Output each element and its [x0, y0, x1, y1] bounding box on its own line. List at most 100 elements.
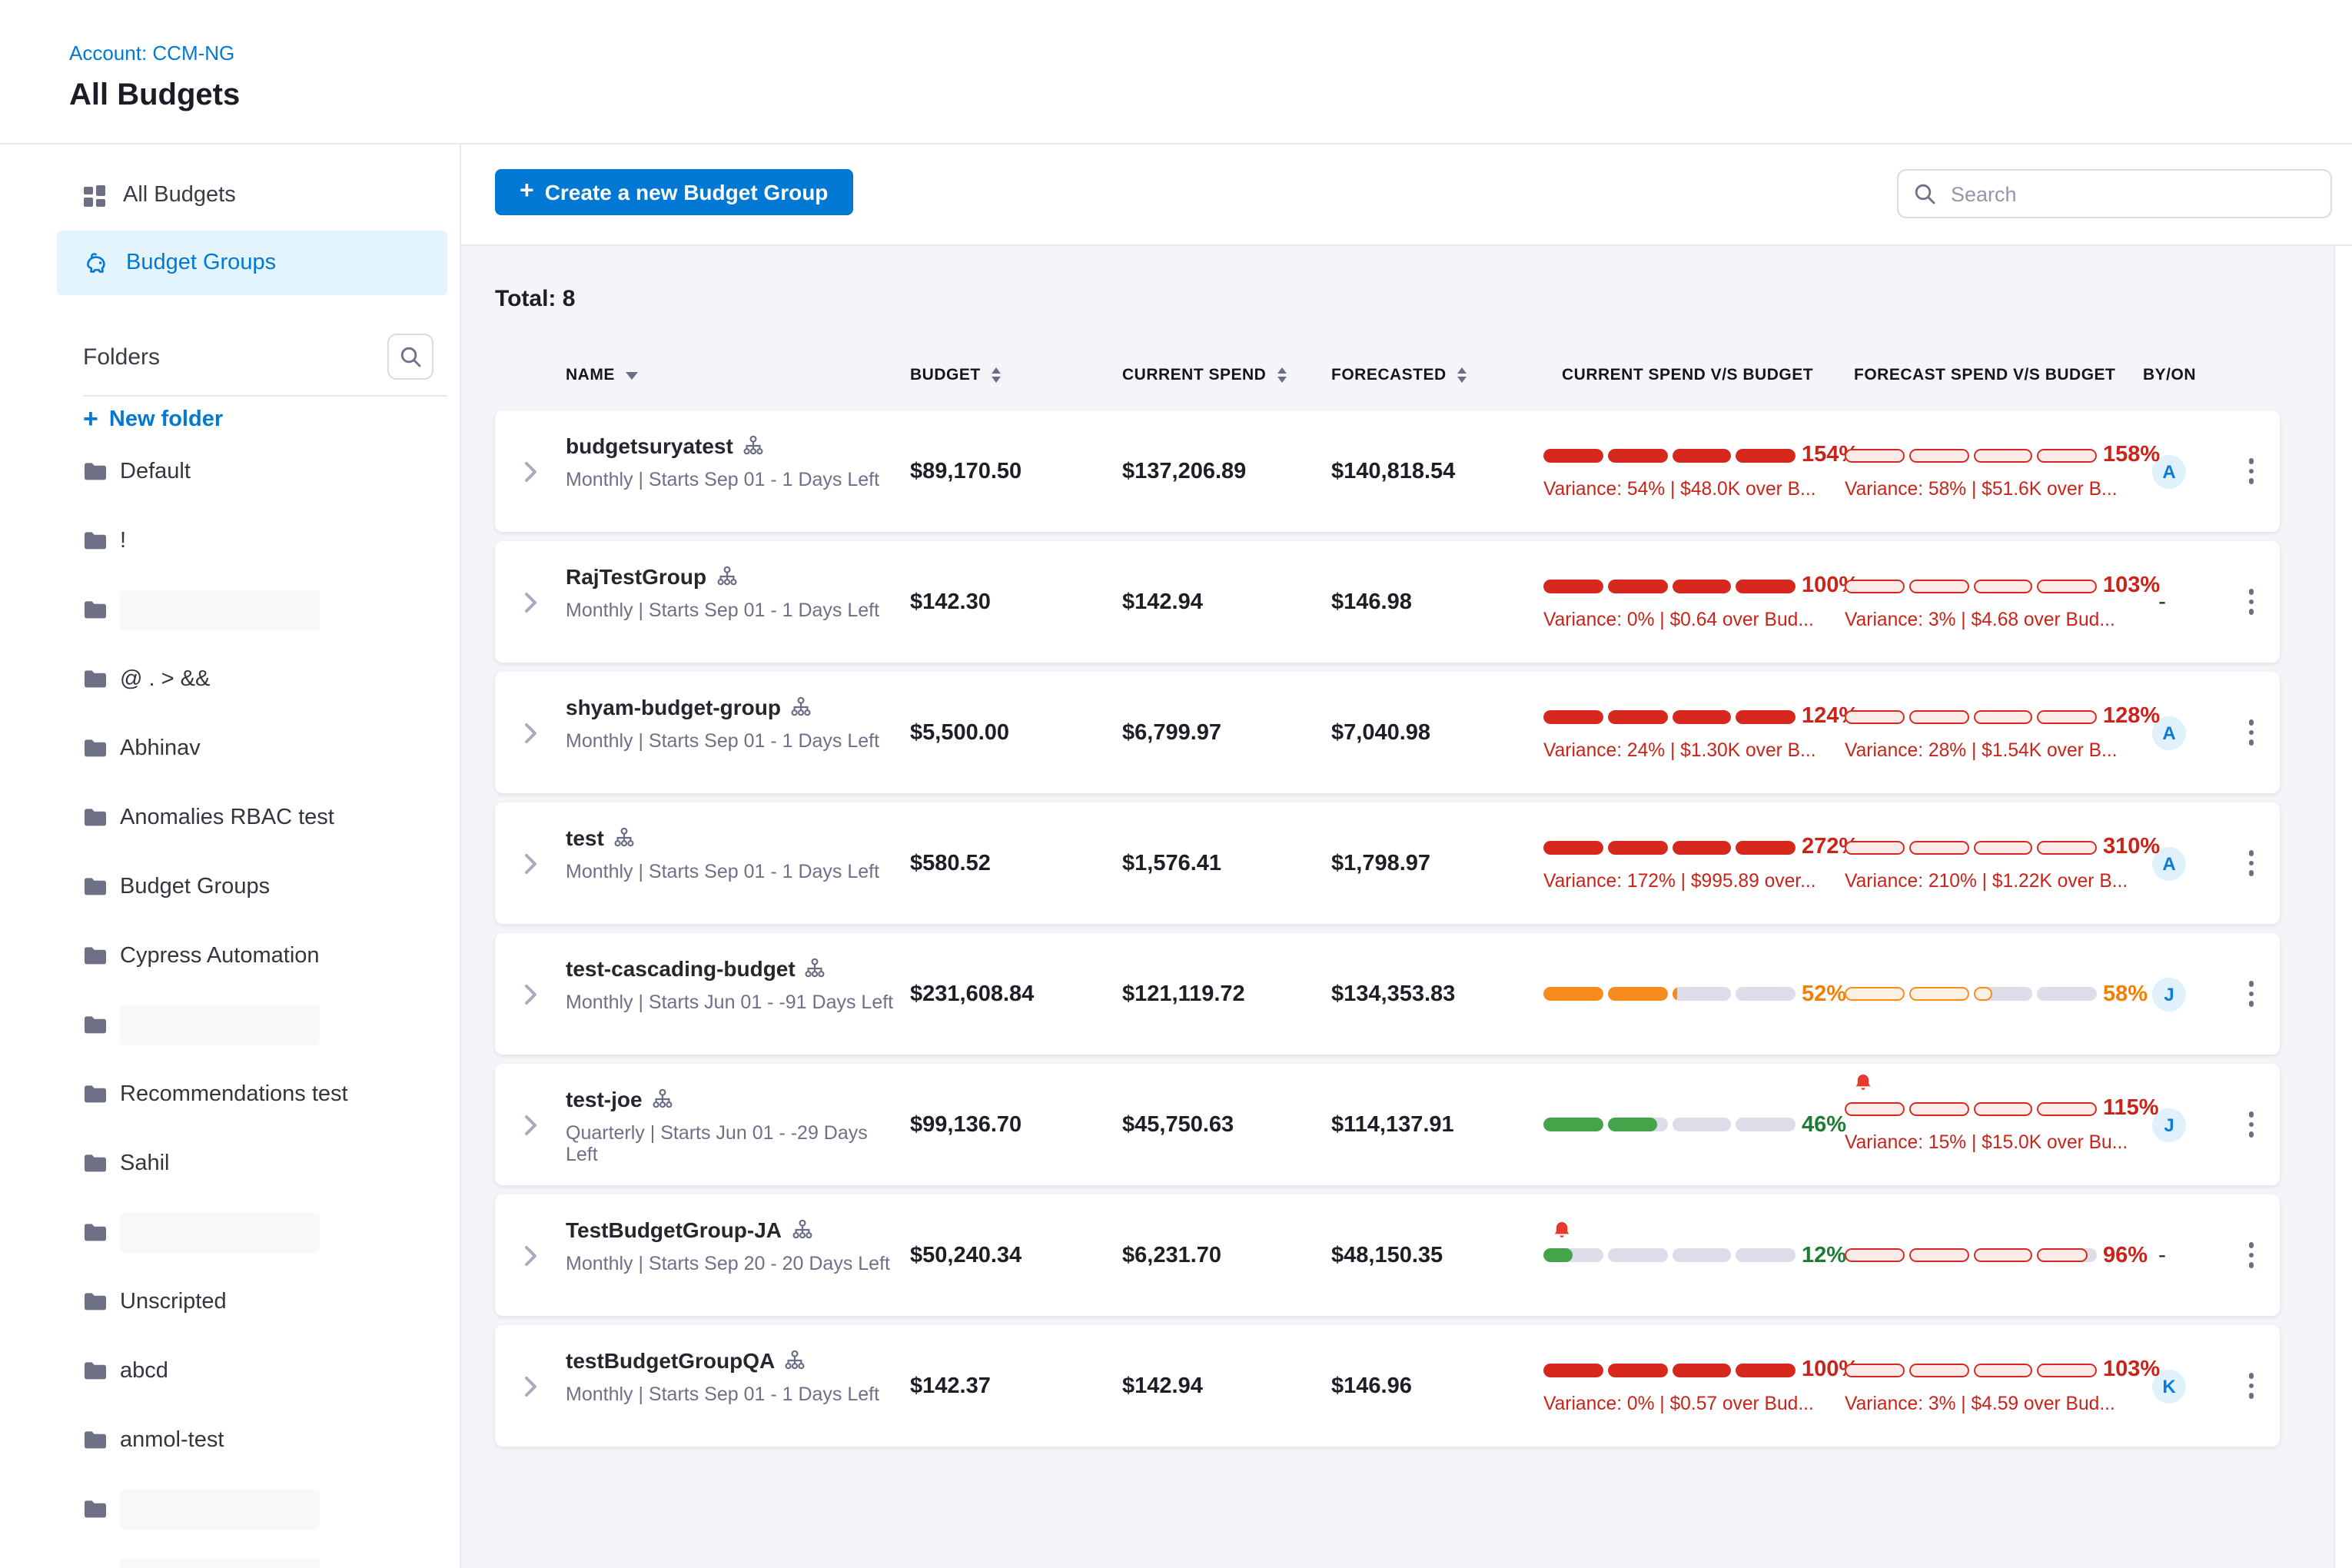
menu-cell: [2223, 933, 2280, 1055]
expand-cell: [495, 410, 566, 532]
current-vs-budget-cell: 100%Variance: 0% | $0.57 over Bud...: [1540, 1325, 1842, 1447]
budget-group-name[interactable]: TestBudgetGroup-JA: [566, 1218, 782, 1242]
expand-chevron[interactable]: [523, 852, 537, 874]
progress-line: 128%: [1845, 704, 2160, 729]
period-info: Quarterly | Starts Jun 01 - -29 Days Lef…: [566, 1122, 904, 1165]
column-header-fvb[interactable]: FORECAST SPEND V/S BUDGET: [1842, 361, 2143, 389]
folder-item[interactable]: Default: [0, 437, 460, 506]
folder-item[interactable]: [0, 1543, 460, 1568]
column-header-budget[interactable]: BUDGET: [904, 361, 1116, 389]
budget-group-name[interactable]: test-cascading-budget: [566, 956, 796, 981]
column-header-name[interactable]: NAME: [566, 361, 904, 389]
forecast-vs-budget-cell: 115%Variance: 15% | $15.0K over Bu...: [1842, 1064, 2143, 1185]
row-menu-button[interactable]: [2223, 1243, 2280, 1268]
name-cell: RajTestGroupMonthly | Starts Sep 01 - 1 …: [566, 541, 904, 663]
budget-group-name[interactable]: budgetsuryatest: [566, 434, 733, 458]
row-menu-button[interactable]: [2223, 982, 2280, 1007]
row-menu-button[interactable]: [2223, 851, 2280, 876]
expand-chevron[interactable]: [523, 591, 537, 613]
column-header-label: BY/ON: [2143, 366, 2196, 384]
column-header-forecast[interactable]: FORECASTED: [1325, 361, 1540, 389]
folder-item[interactable]: Anomalies RBAC test: [0, 782, 460, 852]
sidebar-item-label: Budget Groups: [126, 251, 276, 275]
bar-segment: [1672, 709, 1732, 723]
folder-item[interactable]: [0, 575, 460, 644]
bar-fill: [1736, 840, 1796, 854]
expand-chevron[interactable]: [523, 1114, 537, 1135]
folder-item[interactable]: [0, 1198, 460, 1267]
vertical-scrollbar[interactable]: [2334, 246, 2352, 1568]
folder-search-button[interactable]: [387, 334, 434, 380]
budget-group-name[interactable]: test-joe: [566, 1087, 643, 1111]
folder-item[interactable]: Budget Groups: [0, 852, 460, 921]
current-spend-value-cell: $45,750.63: [1116, 1064, 1325, 1185]
grid-icon: [83, 184, 106, 207]
column-header-current[interactable]: CURRENT SPEND: [1116, 361, 1325, 389]
folder-item[interactable]: !: [0, 506, 460, 575]
expand-chevron-icon: [523, 983, 537, 1005]
menu-cell: [2223, 541, 2280, 663]
period-info: Monthly | Starts Sep 01 - 1 Days Left: [566, 730, 879, 752]
expand-chevron[interactable]: [523, 1375, 537, 1397]
bar-fill: [1909, 709, 1969, 723]
body: All BudgetsBudget Groups Folders + New f…: [0, 145, 2352, 1568]
budget-group-name[interactable]: testBudgetGroupQA: [566, 1348, 775, 1373]
column-header-label: BUDGET: [910, 366, 981, 384]
expand-chevron-icon: [523, 1114, 537, 1135]
current-vs-budget-cell: 124%Variance: 24% | $1.30K over B...: [1540, 672, 1842, 793]
account-breadcrumb[interactable]: Account: CCM-NG: [69, 42, 234, 65]
name-line: testBudgetGroupQA: [566, 1348, 806, 1373]
folder-item[interactable]: Unscripted: [0, 1267, 460, 1336]
folder-item[interactable]: Cypress Automation: [0, 921, 460, 990]
expand-chevron[interactable]: [523, 460, 537, 482]
variance-text: Variance: 3% | $4.68 over Bud...: [1845, 609, 2115, 630]
sidebar-item-budget-groups[interactable]: Budget Groups: [57, 231, 447, 295]
folder-item[interactable]: [0, 990, 460, 1059]
bar-segment: [1909, 579, 1969, 593]
folder-item[interactable]: [0, 1474, 460, 1543]
sidebar-item-all-budgets[interactable]: All Budgets: [57, 163, 447, 228]
budget-group-name[interactable]: test: [566, 826, 604, 850]
bar-fill: [1672, 840, 1732, 854]
toolbar: + Create a new Budget Group: [461, 145, 2352, 246]
bar-fill: [1736, 579, 1796, 593]
folder-item[interactable]: Recommendations test: [0, 1059, 460, 1128]
by-on-cell: -: [2143, 1194, 2223, 1316]
bar-segment: [1543, 840, 1603, 854]
row-menu-button[interactable]: [2223, 459, 2280, 484]
folder-icon: [83, 945, 108, 965]
bar-fill: [2038, 840, 2098, 854]
progress-line: 154%: [1543, 443, 1859, 467]
row-menu-button[interactable]: [2223, 720, 2280, 746]
search-input[interactable]: [1948, 181, 2315, 207]
folder-name: Sahil: [120, 1151, 170, 1175]
name-cell: TestBudgetGroup-JAMonthly | Starts Sep 2…: [566, 1194, 904, 1316]
row-menu-button[interactable]: [2223, 1112, 2280, 1138]
budget-group-name[interactable]: RajTestGroup: [566, 564, 706, 589]
expand-chevron[interactable]: [523, 722, 537, 743]
folder-icon: [83, 807, 108, 827]
budget-group-name[interactable]: shyam-budget-group: [566, 695, 781, 719]
create-budget-group-button[interactable]: + Create a new Budget Group: [495, 169, 852, 215]
bar-fill: [1608, 987, 1668, 1001]
folder-item[interactable]: Sahil: [0, 1128, 460, 1198]
page-title: All Budgets: [69, 78, 2352, 114]
expand-chevron[interactable]: [523, 983, 537, 1005]
column-header-label: NAME: [566, 366, 615, 384]
bar-segment: [1672, 579, 1732, 593]
row-menu-button[interactable]: [2223, 590, 2280, 615]
bar-segment: [1909, 987, 1969, 1001]
expand-chevron[interactable]: [523, 1244, 537, 1266]
folder-item[interactable]: Abhinav: [0, 713, 460, 782]
folder-item[interactable]: anmol-test: [0, 1405, 460, 1474]
new-folder-button[interactable]: + New folder: [83, 406, 223, 432]
row-menu-button[interactable]: [2223, 1374, 2280, 1399]
forecast-vs-budget-cell: 128%Variance: 28% | $1.54K over B...: [1842, 672, 2143, 793]
bar-fill: [1543, 448, 1603, 462]
budget-value: $142.30: [904, 590, 991, 614]
bar-fill: [1543, 1248, 1572, 1262]
folder-item[interactable]: @ . > &&: [0, 644, 460, 713]
folder-item[interactable]: abcd: [0, 1336, 460, 1405]
column-header-byon[interactable]: BY/ON: [2143, 361, 2223, 389]
column-header-cvb[interactable]: CURRENT SPEND V/S BUDGET: [1540, 361, 1842, 389]
